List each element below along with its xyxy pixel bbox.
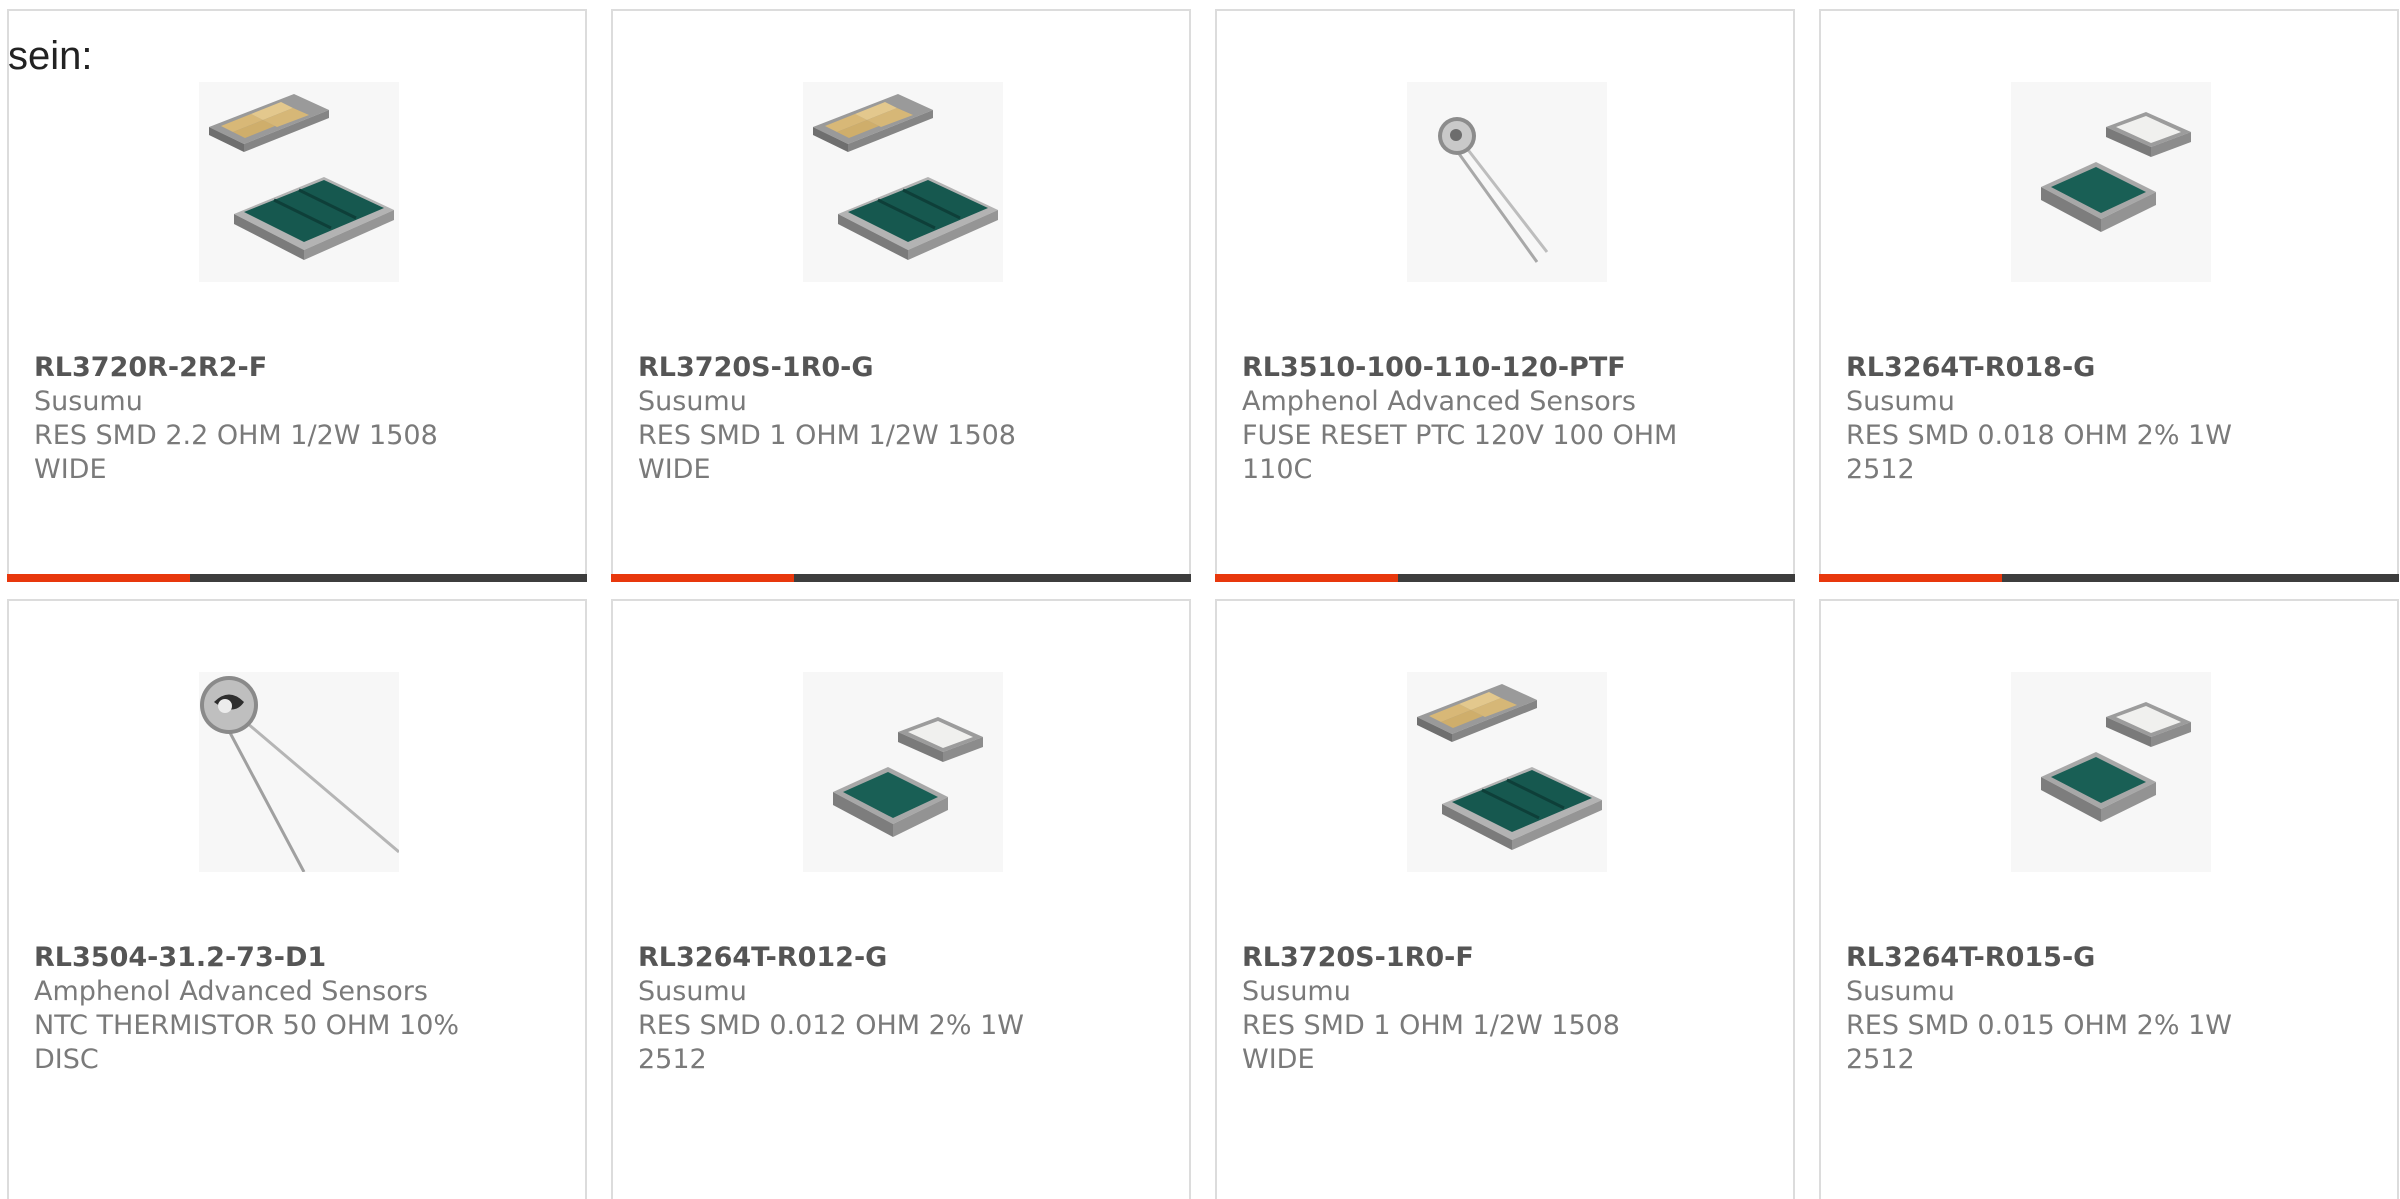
description: RES SMD 0.012 OHM 2% 1W 2512 (638, 1010, 1024, 1075)
accent-strip (611, 574, 794, 582)
card-footer-bar (7, 574, 587, 582)
description: FUSE RESET PTC 120V 100 OHM 110C (1242, 420, 1678, 485)
wide-smd-resistor-image[interactable] (803, 82, 1003, 282)
manufacturer: Susumu (1242, 976, 1351, 1007)
part-number[interactable]: RL3264T-R015-G (1846, 941, 2366, 975)
description: RES SMD 1 OHM 1/2W 1508 WIDE (638, 420, 1016, 485)
disc-thermistor-image[interactable] (199, 672, 399, 872)
manufacturer: Susumu (1846, 976, 1955, 1007)
product-card[interactable]: RL3720S-1R0-F Susumu RES SMD 1 OHM 1/2W … (1215, 599, 1795, 1199)
part-number[interactable]: RL3510-100-110-120-PTF (1242, 351, 1762, 385)
product-card[interactable]: RL3504-31.2-73-D1 Amphenol Advanced Sens… (7, 599, 587, 1199)
description: NTC THERMISTOR 50 OHM 10% DISC (34, 1010, 460, 1075)
card-footer-bar (611, 574, 1191, 582)
wide-smd-resistor-image[interactable] (1407, 672, 1607, 872)
description: RES SMD 1 OHM 1/2W 1508 WIDE (1242, 1010, 1620, 1075)
product-card[interactable]: RL3720S-1R0-G Susumu RES SMD 1 OHM 1/2W … (611, 9, 1191, 582)
manufacturer: Susumu (638, 386, 747, 417)
part-number[interactable]: RL3720S-1R0-G (638, 351, 1158, 385)
part-number[interactable]: RL3264T-R012-G (638, 941, 1158, 975)
product-card[interactable]: RL3264T-R018-G Susumu RES SMD 0.018 OHM … (1819, 9, 2399, 582)
product-card[interactable]: RL3264T-R012-G Susumu RES SMD 0.012 OHM … (611, 599, 1191, 1199)
product-card[interactable]: RL3720R-2R2-F Susumu RES SMD 2.2 OHM 1/2… (7, 9, 587, 582)
manufacturer: Amphenol Advanced Sensors (1242, 386, 1636, 417)
card-footer-bar (1819, 574, 2399, 582)
manufacturer: Susumu (1846, 386, 1955, 417)
description: RES SMD 0.018 OHM 2% 1W 2512 (1846, 420, 2232, 485)
wide-smd-resistor-image[interactable] (199, 82, 399, 282)
accent-strip (1215, 574, 1398, 582)
product-card[interactable]: RL3510-100-110-120-PTF Amphenol Advanced… (1215, 9, 1795, 582)
chip-resistor-image[interactable] (2011, 672, 2211, 872)
chip-resistor-image[interactable] (803, 672, 1003, 872)
accent-strip (7, 574, 190, 582)
description: RES SMD 2.2 OHM 1/2W 1508 WIDE (34, 420, 438, 485)
description: RES SMD 0.015 OHM 2% 1W 2512 (1846, 1010, 2232, 1075)
product-card[interactable]: RL3264T-R015-G Susumu RES SMD 0.015 OHM … (1819, 599, 2399, 1199)
chip-resistor-image[interactable] (2011, 82, 2211, 282)
part-number[interactable]: RL3264T-R018-G (1846, 351, 2366, 385)
part-number[interactable]: RL3720S-1R0-F (1242, 941, 1762, 975)
manufacturer: Amphenol Advanced Sensors (34, 976, 428, 1007)
part-number[interactable]: RL3504-31.2-73-D1 (34, 941, 554, 975)
manufacturer: Susumu (34, 386, 143, 417)
manufacturer: Susumu (638, 976, 747, 1007)
accent-strip (1819, 574, 2002, 582)
intro-text: sein: (8, 34, 93, 78)
part-number[interactable]: RL3720R-2R2-F (34, 351, 554, 385)
radial-disc-component-image[interactable] (1407, 82, 1607, 282)
card-footer-bar (1215, 574, 1795, 582)
